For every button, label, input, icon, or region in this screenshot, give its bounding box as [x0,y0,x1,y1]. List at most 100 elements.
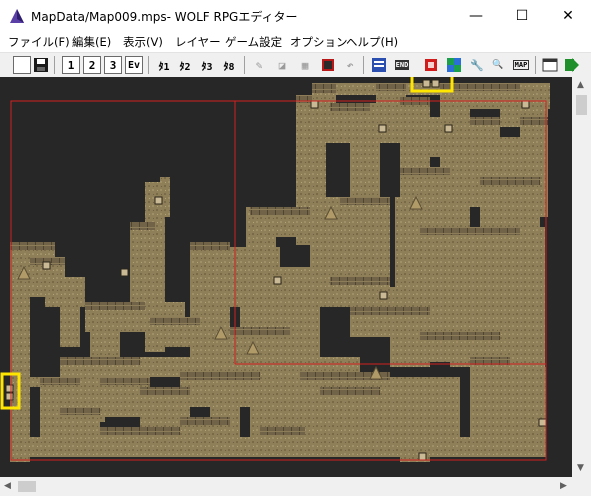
wall-tile [420,332,500,340]
event-marker[interactable] [42,261,51,270]
scrollbar-corner [572,477,591,496]
map-view[interactable] [0,77,572,477]
scroll-down-icon[interactable]: ▼ [577,463,584,473]
wall-tile [376,83,406,91]
wolf-editor-icon [10,9,24,23]
menu-game-settings[interactable]: ゲーム設定 [225,34,282,50]
undo-icon[interactable]: ↶ [341,56,359,74]
event-marker[interactable] [378,124,387,133]
test-play-red-icon[interactable] [422,56,440,74]
horizontal-scroll-thumb[interactable] [18,481,36,492]
end-icon[interactable]: END [393,56,411,74]
map-label: MAP [512,60,530,70]
end-label: END [394,60,410,70]
pen-3-button[interactable]: ﾀ3 [198,56,216,74]
wall-tile [330,103,370,111]
run-game-icon[interactable] [563,56,581,74]
event-marker[interactable] [5,384,14,393]
wall-tile [250,207,310,215]
cave-terrain [10,83,550,462]
wall-tile [330,277,390,285]
maximize-button[interactable]: ☐ [499,0,545,31]
copy-icon[interactable] [319,56,337,74]
window-icon[interactable] [541,56,559,74]
floor-tile [330,237,390,277]
toolbar-separator [363,56,364,74]
wall-tile [100,377,150,385]
menu-help[interactable]: ヘルプ(H) [346,34,398,50]
close-button[interactable]: ✕ [545,0,591,31]
database-icon[interactable] [370,56,388,74]
event-marker[interactable] [422,79,431,88]
event-marker[interactable] [521,100,530,109]
layer-1-button[interactable]: 1 [62,56,80,74]
wall-tile [400,167,450,175]
new-file-icon[interactable] [13,56,31,74]
scroll-right-icon[interactable]: ▶ [560,481,567,491]
menu-edit[interactable]: 編集(E) [72,34,111,50]
wall-tile [320,387,380,395]
wall-tile [180,417,230,425]
toolbar-separator [54,56,55,74]
menu-file[interactable]: ファイル(F) [8,34,70,50]
wall-tile [460,227,520,235]
wall-tile [296,95,312,103]
toolbar-separator [244,56,245,74]
horizontal-scrollbar[interactable]: ◀ ▶ [0,477,572,496]
wall-tile [230,327,290,335]
wall-tile [140,387,190,395]
floor-tile [60,287,80,347]
map-canvas[interactable] [0,77,572,477]
scroll-left-icon[interactable]: ◀ [4,481,11,491]
wall-tile [470,117,500,125]
event-marker[interactable] [273,276,282,285]
pen-1-button[interactable]: ﾀ1 [155,56,173,74]
pencil-icon[interactable]: ✎ [250,56,268,74]
wall-tile [10,242,55,250]
event-marker[interactable] [5,392,14,401]
event-marker[interactable] [154,196,163,205]
wall-tile [420,227,460,235]
event-search-icon[interactable]: 🔍 [489,56,507,74]
layer-3-button[interactable]: 3 [104,56,122,74]
floor-tile [200,257,230,307]
wall-tile [190,242,230,250]
event-marker[interactable] [444,124,453,133]
pen-2-button[interactable]: ﾀ2 [176,56,194,74]
wall-tile [40,377,80,385]
event-marker[interactable] [120,268,129,277]
rectangle-icon[interactable]: ▦ [296,56,314,74]
wall-tile [60,357,140,365]
toolbar-separator [148,56,149,74]
event-marker[interactable] [379,291,388,300]
minimize-button[interactable]: — [453,0,499,31]
window-title: MapData/Map009.mps- WOLF RPGエディター [31,10,298,24]
menu-options[interactable]: オプション [290,34,348,50]
event-marker[interactable] [431,79,440,88]
pen-4-button[interactable]: ﾀ8 [220,56,238,74]
wrench-icon[interactable]: 🔧 [468,56,486,74]
layer-2-button[interactable]: 2 [83,56,101,74]
menu-bar: ファイル(F) 編集(E) 表示(V) レイヤー ゲーム設定 オプション ヘルプ… [0,31,591,51]
wall-tile [260,427,305,435]
menu-layer[interactable]: レイヤー [175,34,221,50]
menu-view[interactable]: 表示(V) [123,34,163,50]
event-marker[interactable] [538,418,547,427]
fill-icon[interactable]: ◪ [273,56,291,74]
map-select-icon[interactable]: MAP [512,56,530,74]
title-bar: MapData/Map009.mps- WOLF RPGエディター — ☐ ✕ [0,0,591,31]
wall-tile [340,197,390,205]
wall-tile [312,83,336,93]
vertical-scrollbar[interactable]: ▲ ▼ [572,77,591,477]
scroll-up-icon[interactable]: ▲ [577,80,584,90]
event-marker[interactable] [310,100,319,109]
wall-tile [100,427,180,435]
event-marker[interactable] [418,452,427,461]
wall-tile [60,407,100,415]
event-layer-button[interactable]: Ev [125,56,143,74]
save-icon[interactable] [32,56,50,74]
wall-tile [130,222,155,230]
chipset-icon[interactable] [445,56,463,74]
vertical-scroll-thumb[interactable] [576,95,587,115]
toolbar: 1 2 3 Ev ﾀ1 ﾀ2 ﾀ3 ﾀ8 ✎ ◪ ▦ ↶ END 🔧 🔍 MAP [0,52,591,78]
